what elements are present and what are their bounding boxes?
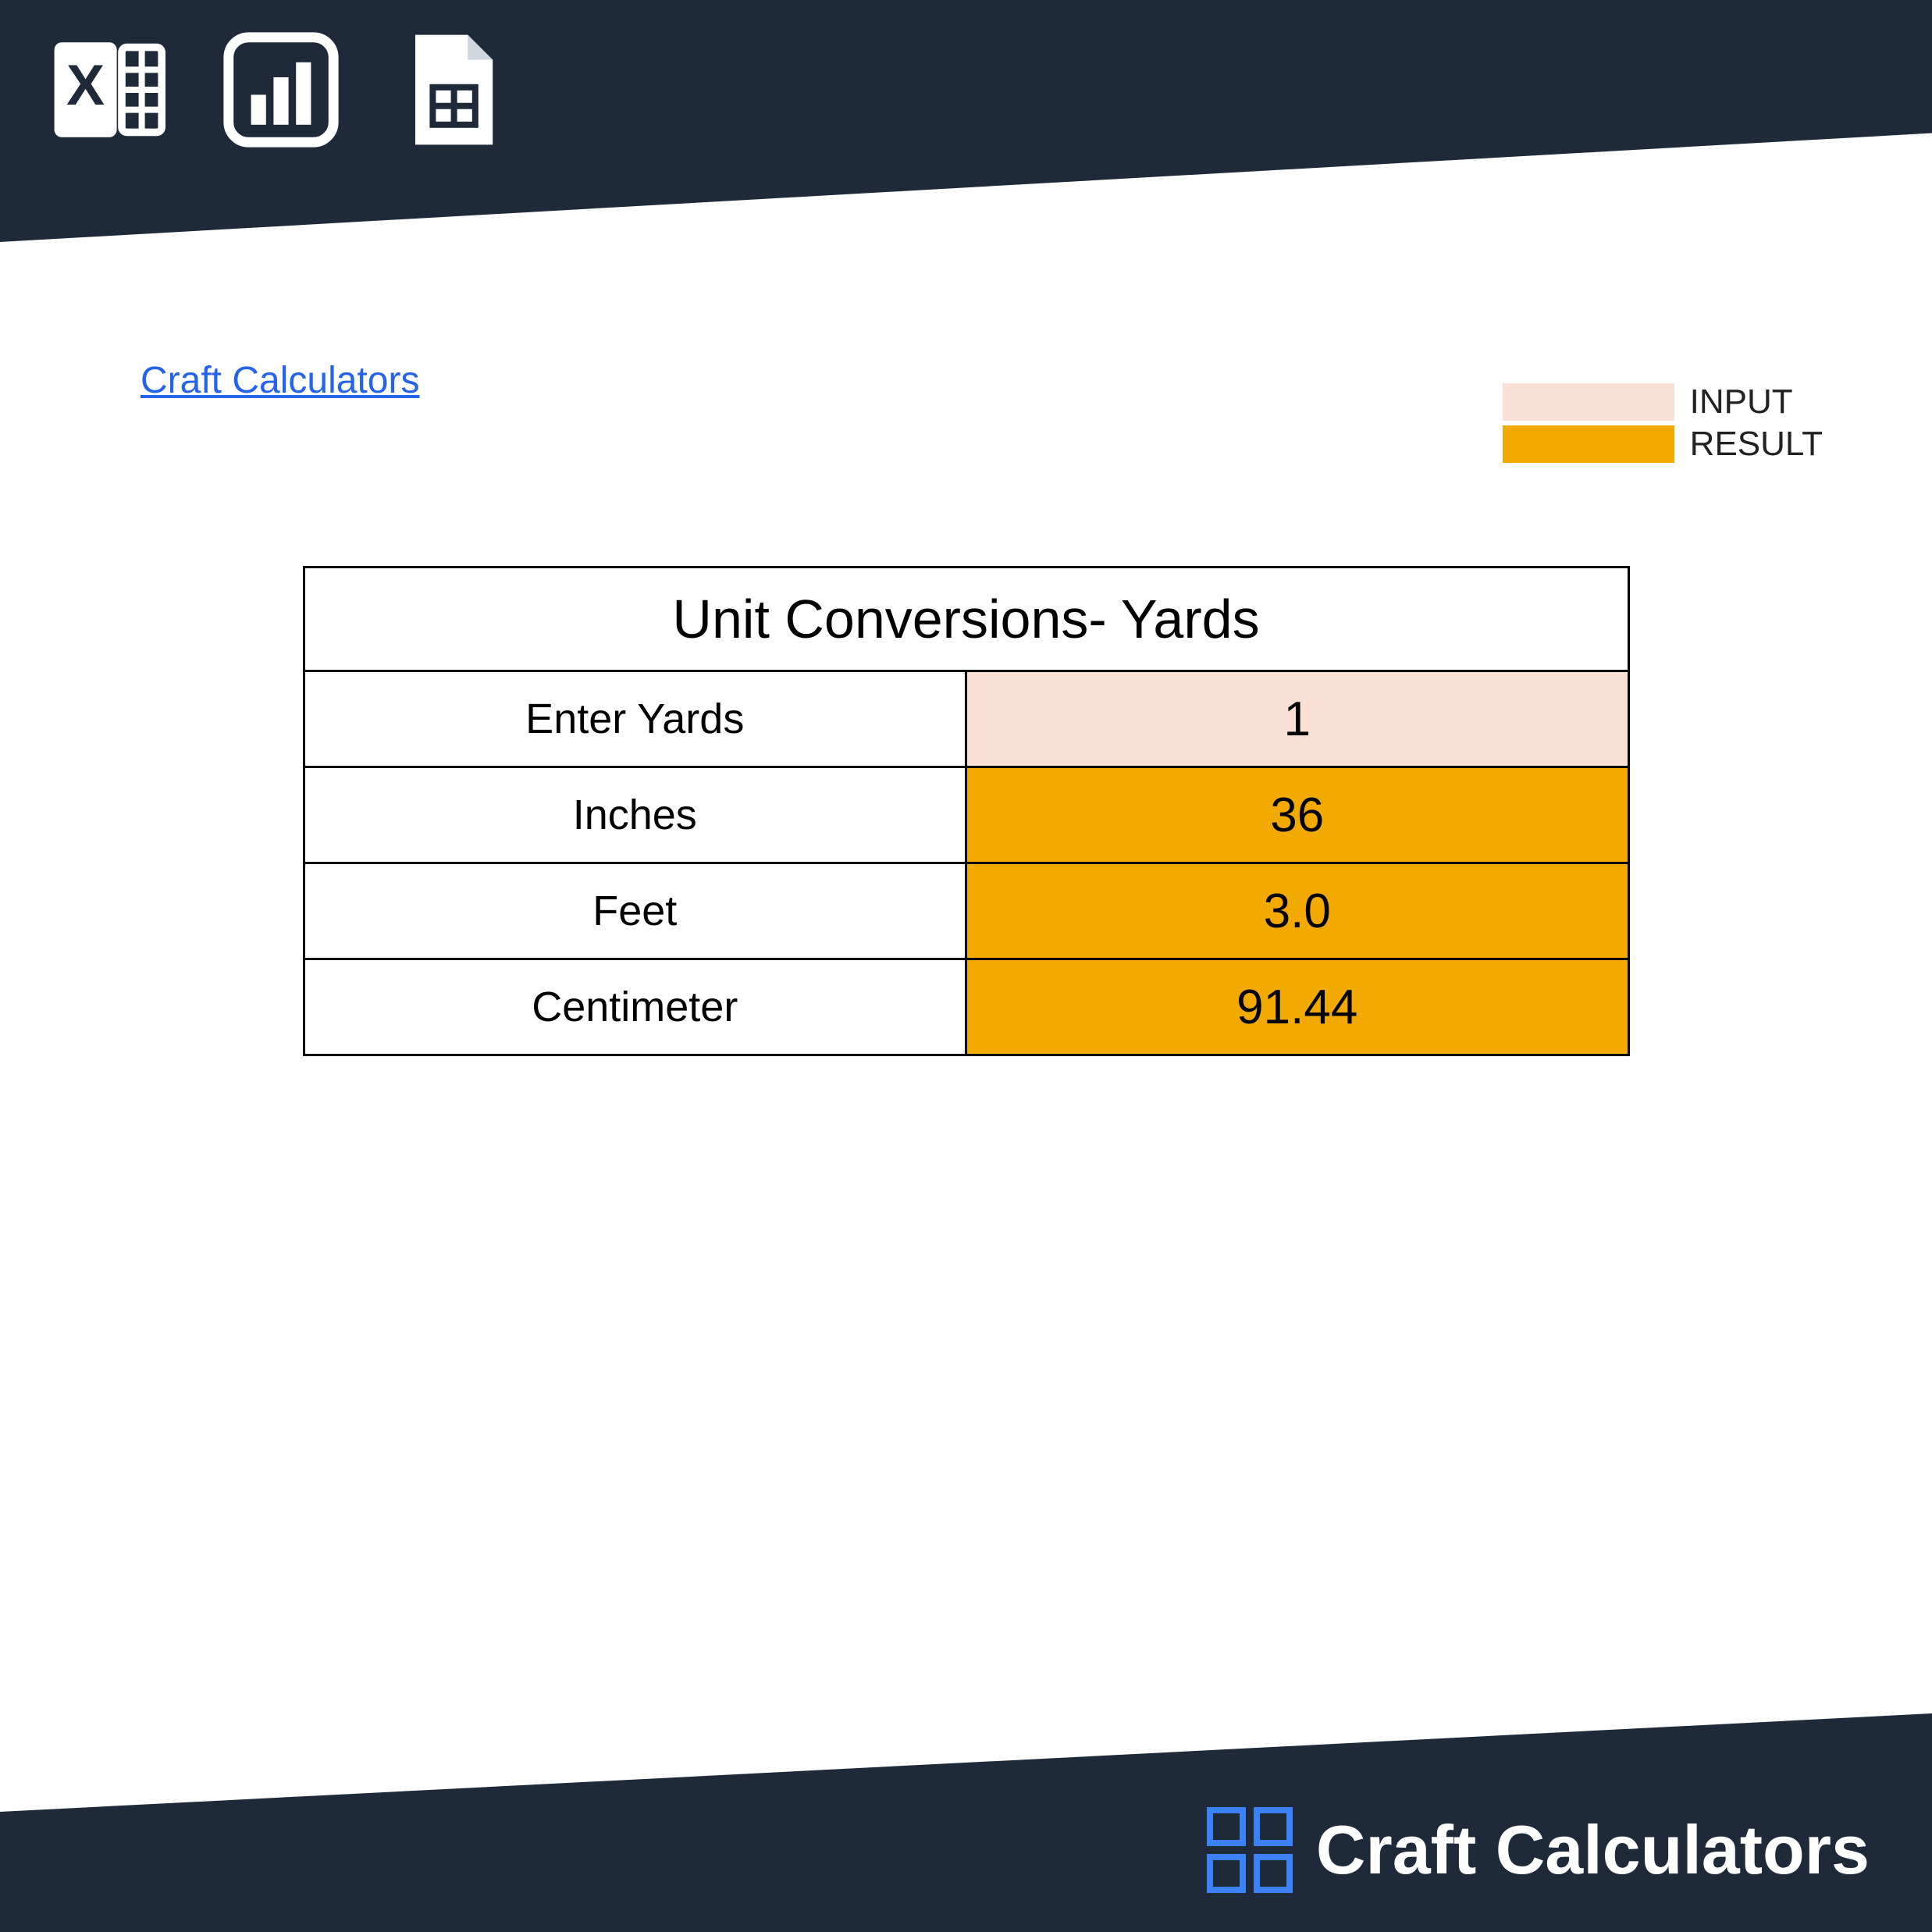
- row-value-result: 3.0: [966, 863, 1629, 959]
- content-area: Craft Calculators INPUT RESULT Unit Conv…: [0, 234, 1932, 1729]
- legend-label-input: INPUT: [1690, 382, 1793, 422]
- legend-swatch-input: [1503, 383, 1674, 421]
- legend-label-result: RESULT: [1690, 425, 1823, 464]
- legend-swatch-result: [1503, 425, 1674, 463]
- row-value-result: 36: [966, 767, 1629, 863]
- table-row: Enter Yards 1: [304, 671, 1628, 767]
- bar-chart-icon: [219, 27, 343, 152]
- legend: INPUT RESULT: [1503, 382, 1823, 467]
- row-label: Inches: [304, 767, 966, 863]
- footer-brand-text: Craft Calculators: [1316, 1810, 1870, 1890]
- svg-text:X: X: [66, 52, 105, 117]
- bottom-banner: Craft Calculators: [0, 1713, 1932, 1932]
- table-title: Unit Conversions- Yards: [304, 568, 1628, 671]
- table-row: Inches 36: [304, 767, 1628, 863]
- row-value-input[interactable]: 1: [966, 671, 1629, 767]
- craft-calculators-link[interactable]: Craft Calculators: [141, 359, 419, 402]
- row-label: Centimeter: [304, 959, 966, 1055]
- excel-icon: X: [47, 27, 172, 152]
- row-label: Feet: [304, 863, 966, 959]
- top-banner: X: [0, 0, 1932, 242]
- table-row: Centimeter 91.44: [304, 959, 1628, 1055]
- brand-logo-icon: [1207, 1807, 1293, 1893]
- row-label: Enter Yards: [304, 671, 966, 767]
- sheets-icon: [390, 27, 515, 152]
- footer-brand: Craft Calculators: [1207, 1807, 1870, 1893]
- conversion-table: Unit Conversions- Yards Enter Yards 1 In…: [303, 566, 1630, 1056]
- row-value-result: 91.44: [966, 959, 1629, 1055]
- table-row: Feet 3.0: [304, 863, 1628, 959]
